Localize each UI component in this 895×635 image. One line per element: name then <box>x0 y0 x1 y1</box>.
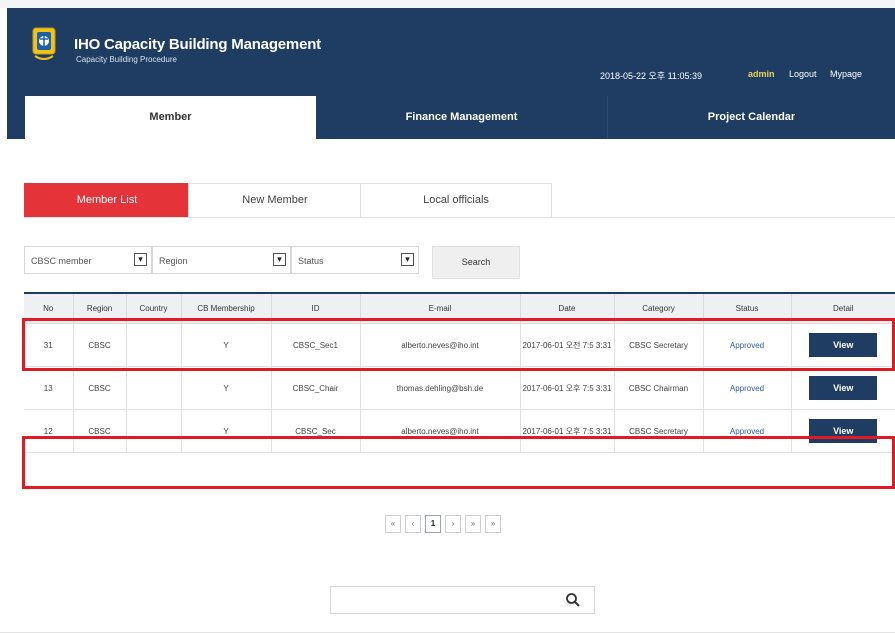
cell-email: thomas.dehling@bsh.de <box>360 366 521 410</box>
status-select[interactable]: Status ▾ <box>291 246 419 274</box>
cell-detail: View <box>791 323 895 367</box>
pagination-prev[interactable]: ‹ <box>405 515 421 533</box>
status-link[interactable]: Approved <box>730 341 764 350</box>
cell-status: Approved <box>703 366 792 410</box>
col-cb-membership[interactable]: CB Membership <box>181 292 272 324</box>
cell-detail: View <box>791 409 895 453</box>
col-region[interactable]: Region <box>73 292 127 324</box>
chevron-down-icon: ▾ <box>134 253 147 266</box>
cell-country <box>126 323 182 367</box>
nav-tab-member[interactable]: Member <box>25 96 316 139</box>
col-category[interactable]: Category <box>614 292 704 324</box>
member-type-select[interactable]: CBSC member ▾ <box>24 246 152 274</box>
cell-category: CBSC Chairman <box>614 366 704 410</box>
cell-date: 2017-06-01 오후 7:5 3:31 <box>520 409 615 453</box>
pagination-more[interactable]: » <box>485 515 501 533</box>
cell-id: CBSC_Chair <box>271 366 361 410</box>
col-id[interactable]: ID <box>271 292 361 324</box>
user-link[interactable]: admin <box>748 69 775 79</box>
table-row: 31 CBSC Y CBSC_Sec1 alberto.neves@iho.in… <box>24 323 895 367</box>
member-table: No Region Country CB Membership ID E-mai… <box>24 292 895 453</box>
mypage-link[interactable]: Mypage <box>830 69 862 79</box>
browser-top-strip <box>0 0 895 8</box>
cell-email: alberto.neves@iho.int <box>360 409 521 453</box>
region-value: Region <box>159 256 188 266</box>
cell-id: CBSC_Sec1 <box>271 323 361 367</box>
cell-category: CBSC Secretary <box>614 323 704 367</box>
site-title: IHO Capacity Building Management <box>74 36 321 53</box>
current-datetime: 2018-05-22 오후 11:05:39 <box>600 71 702 81</box>
region-select[interactable]: Region ▾ <box>152 246 291 274</box>
status-value: Status <box>298 256 324 266</box>
member-subtabs: Member List New Member Local officials <box>24 183 895 218</box>
cell-membership: Y <box>181 323 272 367</box>
cell-country <box>126 366 182 410</box>
pagination-last[interactable]: » <box>465 515 481 533</box>
iho-logo-icon <box>32 27 56 60</box>
view-button[interactable]: View <box>809 419 878 443</box>
cell-region: CBSC <box>73 366 127 410</box>
bottom-search-input[interactable] <box>335 590 559 612</box>
subtab-new-member[interactable]: New Member <box>188 183 362 217</box>
table-row: 13 CBSC Y CBSC_Chair thomas.dehling@bsh.… <box>24 366 895 410</box>
main-nav: Member Finance Management Project Calend… <box>25 96 895 139</box>
bottom-search-box <box>330 586 595 614</box>
table-row: 12 CBSC Y CBSC_Sec alberto.neves@iho.int… <box>24 409 895 453</box>
cell-membership: Y <box>181 366 272 410</box>
cell-region: CBSC <box>73 409 127 453</box>
site-subtitle: Capacity Building Procedure <box>76 55 177 64</box>
col-detail[interactable]: Detail <box>791 292 895 324</box>
search-button[interactable]: Search <box>432 246 520 279</box>
col-status[interactable]: Status <box>703 292 792 324</box>
status-link[interactable]: Approved <box>730 427 764 436</box>
pagination-next[interactable]: › <box>445 515 461 533</box>
cell-id: CBSC_Sec <box>271 409 361 453</box>
view-button[interactable]: View <box>809 333 878 357</box>
member-type-value: CBSC member <box>31 256 92 266</box>
nav-tab-finance[interactable]: Finance Management <box>316 96 607 139</box>
cell-membership: Y <box>181 409 272 453</box>
subtab-member-list[interactable]: Member List <box>24 183 190 217</box>
chevron-down-icon: ▾ <box>273 253 286 266</box>
cell-email: alberto.neves@iho.int <box>360 323 521 367</box>
cell-date: 2017-06-01 오전 7:5 3:31 <box>520 323 615 367</box>
pagination-page-1[interactable]: 1 <box>425 515 441 533</box>
cell-no: 12 <box>24 409 74 453</box>
status-link[interactable]: Approved <box>730 384 764 393</box>
col-country[interactable]: Country <box>126 292 182 324</box>
cell-date: 2017-06-01 오후 7:5 3:31 <box>520 366 615 410</box>
search-icon[interactable] <box>565 592 581 608</box>
table-header-row: No Region Country CB Membership ID E-mai… <box>24 292 895 324</box>
col-date[interactable]: Date <box>520 292 615 324</box>
subtab-local-officials[interactable]: Local officials <box>360 183 552 217</box>
cell-no: 31 <box>24 323 74 367</box>
cell-region: CBSC <box>73 323 127 367</box>
col-email[interactable]: E-mail <box>360 292 521 324</box>
footer-divider <box>0 632 895 633</box>
cell-detail: View <box>791 366 895 410</box>
logout-link[interactable]: Logout <box>789 69 817 79</box>
cell-category: CBSC Secretary <box>614 409 704 453</box>
col-no[interactable]: No <box>24 292 74 324</box>
chevron-down-icon: ▾ <box>401 253 414 266</box>
cell-country <box>126 409 182 453</box>
cell-no: 13 <box>24 366 74 410</box>
pagination-first[interactable]: « <box>385 515 401 533</box>
cell-status: Approved <box>703 323 792 367</box>
nav-tab-calendar[interactable]: Project Calendar <box>608 96 895 139</box>
cell-status: Approved <box>703 409 792 453</box>
view-button[interactable]: View <box>809 376 878 400</box>
